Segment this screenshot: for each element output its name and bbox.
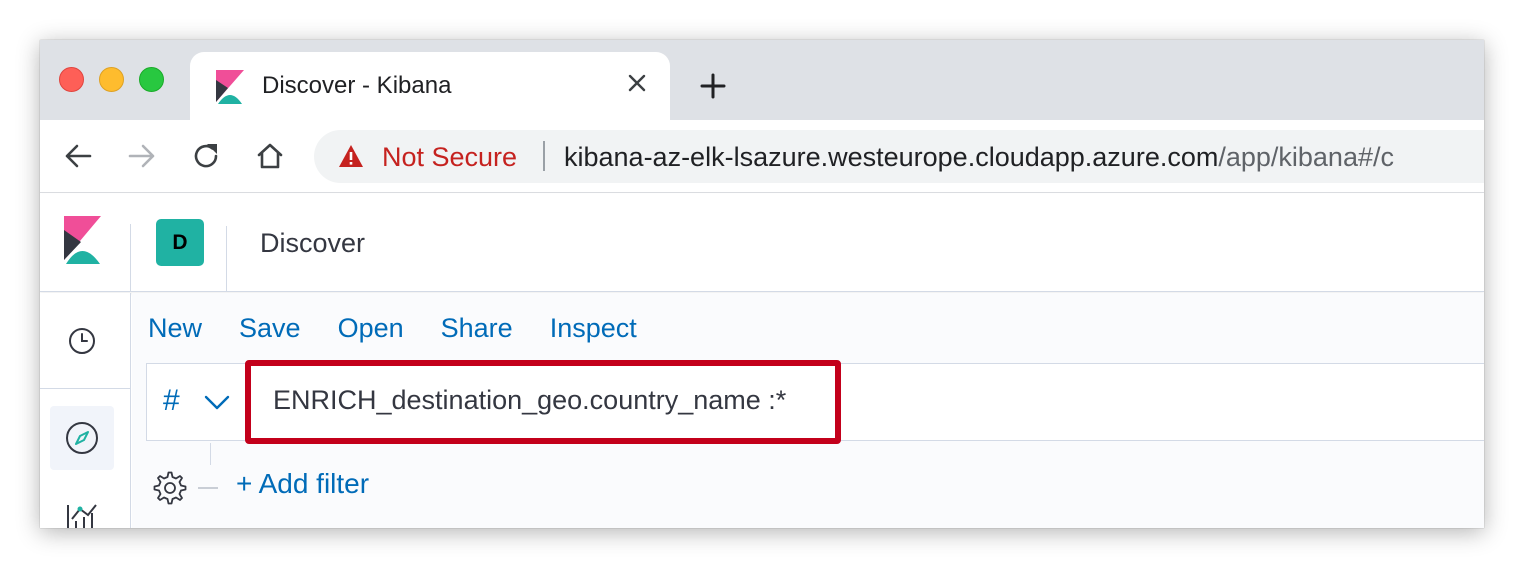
forward-button[interactable] [124,138,160,174]
close-window-button[interactable] [59,67,84,92]
close-icon [628,74,646,92]
query-input[interactable]: ENRICH_destination_geo.country_name :* [273,385,786,416]
new-tab-button[interactable] [695,68,731,104]
browser-tab-active[interactable]: Discover - Kibana [190,52,670,122]
gear-icon[interactable] [152,470,188,506]
clock-icon [69,328,95,354]
not-secure-label[interactable]: Not Secure [382,142,517,173]
arrow-right-icon [128,144,155,168]
maximize-window-button[interactable] [139,67,164,92]
kibana-logo-icon [216,70,244,104]
kibana-home-logo-icon[interactable] [64,216,101,264]
url-text[interactable]: kibana-az-elk-lsazure.westeurope.cloudap… [564,142,1394,173]
nav-item-discover[interactable] [50,406,114,470]
kibana-header: D Discover [40,194,1484,292]
browser-toolbar: Not Secure kibana-az-elk-lsazure.westeur… [40,120,1484,193]
url-host: kibana-az-elk-lsazure.westeurope.cloudap… [564,142,1219,172]
top-nav-inspect[interactable]: Inspect [550,313,637,344]
minimize-window-button[interactable] [99,67,124,92]
top-nav-open[interactable]: Open [338,313,404,344]
plus-icon [700,73,726,99]
top-nav-menu: New Save Open Share Inspect [148,313,674,344]
tab-strip: Discover - Kibana [40,40,1484,122]
recently-viewed-button[interactable] [64,323,100,359]
warning-triangle-icon [339,145,363,167]
reload-icon [194,144,218,168]
top-nav-save[interactable]: Save [239,313,301,344]
arrow-left-icon [65,144,92,168]
header-divider [130,224,131,292]
reload-button[interactable] [188,138,224,174]
top-nav-new[interactable]: New [148,313,202,344]
compass-icon [66,422,98,454]
query-input-highlight[interactable]: ENRICH_destination_geo.country_name :* [245,360,841,444]
query-language-button[interactable]: # [163,384,180,418]
close-tab-button[interactable] [622,68,652,98]
top-nav-share[interactable]: Share [441,313,513,344]
home-icon [257,143,283,169]
filter-connector-line [210,443,211,465]
left-nav [40,293,131,528]
header-divider [226,226,227,292]
filter-dash [198,487,218,489]
nav-divider [40,388,130,389]
back-button[interactable] [60,138,96,174]
url-path: /app/kibana#/c [1218,142,1394,172]
browser-window: Discover - Kibana Not Secure kibana-az-e… [40,40,1484,528]
home-button[interactable] [252,138,288,174]
add-filter-button[interactable]: + Add filter [236,468,369,500]
address-bar[interactable]: Not Secure kibana-az-elk-lsazure.westeur… [314,130,1484,183]
page-title: Discover [260,228,366,258]
space-avatar[interactable]: D [156,219,204,266]
chevron-down-icon[interactable] [203,390,231,414]
omnibox-divider [543,141,545,171]
tab-title: Discover - Kibana [262,72,452,99]
query-bar: # ENRICH_destination_geo.country_name :* [146,360,1484,444]
visualize-icon[interactable] [64,499,100,528]
